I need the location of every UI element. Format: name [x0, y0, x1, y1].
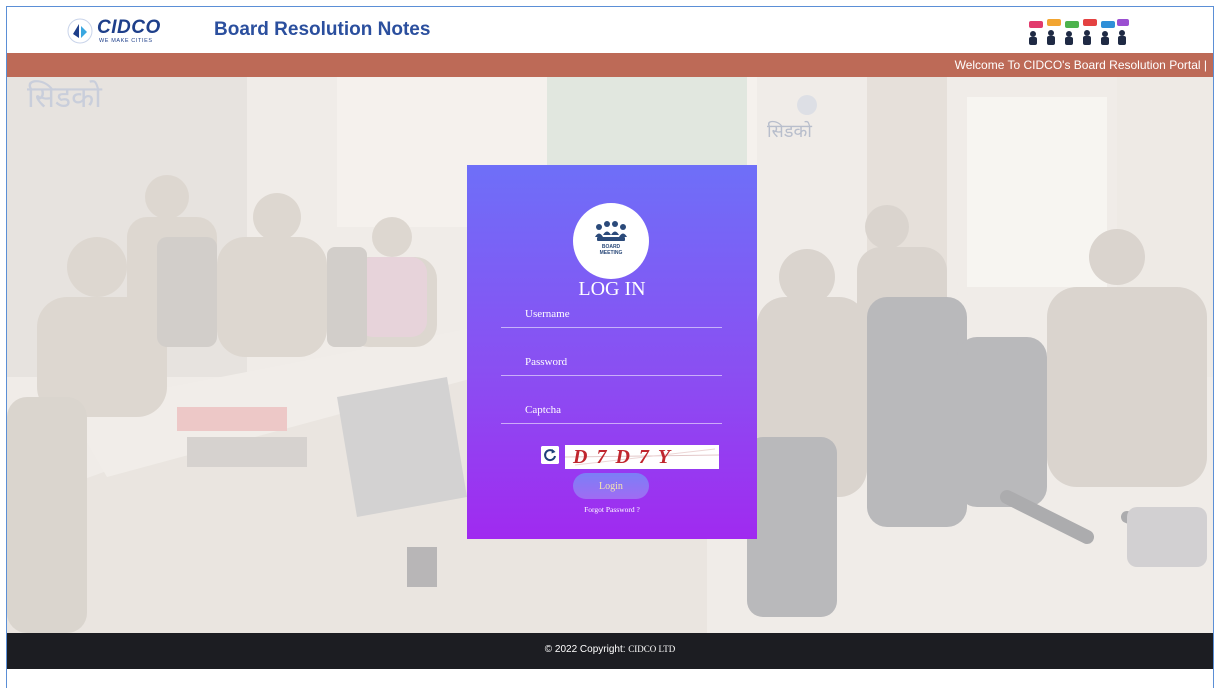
login-button[interactable]: Login [573, 473, 649, 499]
captcha-row: D7D7Y [539, 443, 729, 469]
people-chat-icon [1011, 16, 1139, 48]
password-field [501, 349, 722, 376]
username-field [501, 301, 722, 328]
header: CIDCO WE MAKE CITIES Board Resolution No… [7, 7, 1213, 53]
board-meeting-avatar: BOARD MEETING [573, 203, 649, 279]
footer: © 2022 Copyright: CIDCO LTD [7, 633, 1213, 669]
captcha-image: D7D7Y [565, 445, 719, 469]
captcha-field [501, 397, 722, 424]
cidco-logo-icon [67, 18, 93, 44]
footer-text: © 2022 Copyright: CIDCO LTD [7, 644, 1213, 655]
board-meeting-icon: BOARD MEETING [595, 221, 627, 256]
cidco-logo[interactable]: CIDCO WE MAKE CITIES [67, 16, 177, 46]
captcha-input[interactable] [501, 397, 722, 423]
footer-org: CIDCO LTD [628, 644, 676, 654]
app-title: Board Resolution Notes [214, 19, 431, 40]
marquee-text: Welcome To CIDCO's Board Resolution Port… [954, 58, 1207, 72]
login-title: LOG IN [578, 278, 646, 300]
hero-background: सिडको सिडको BOARD MEETING LOG IN Usernam… [7, 77, 1213, 633]
welcome-marquee: Welcome To CIDCO's Board Resolution Port… [7, 53, 1213, 77]
login-card: BOARD MEETING LOG IN Username Captcha D7… [467, 165, 757, 539]
username-input[interactable] [501, 301, 722, 327]
logo-text: CIDCO [97, 17, 161, 38]
footer-copyright: © 2022 Copyright: [544, 644, 626, 655]
avatar-caption-2: MEETING [600, 250, 623, 256]
forgot-password-link[interactable]: Forgot Password ? [467, 505, 757, 514]
refresh-captcha-button[interactable] [541, 446, 559, 464]
refresh-icon [541, 446, 559, 464]
password-input[interactable] [501, 349, 722, 375]
logo-tagline: WE MAKE CITIES [99, 38, 153, 44]
captcha-text: D7D7Y [573, 446, 680, 468]
page-frame: CIDCO WE MAKE CITIES Board Resolution No… [6, 6, 1214, 688]
